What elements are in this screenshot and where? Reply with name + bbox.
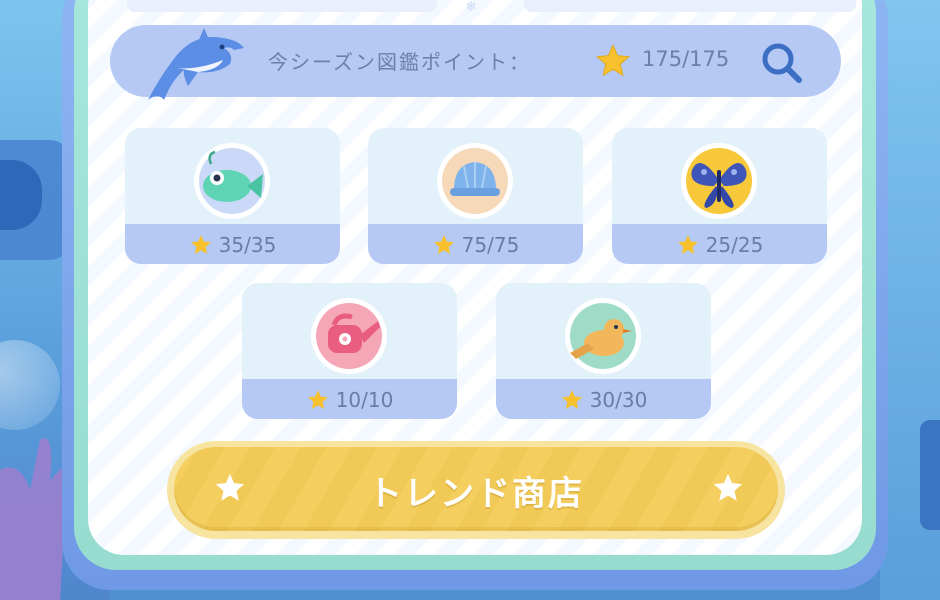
search-icon[interactable] (757, 38, 807, 88)
category-count: 35/35 (218, 233, 277, 257)
snowflake-icon: ❄ (465, 0, 477, 15)
fish-icon (194, 143, 270, 219)
trend-shop-label: トレンド商店 (368, 473, 584, 514)
trend-shop-button[interactable]: トレンド商店 (167, 441, 785, 539)
background-right-rock (920, 420, 940, 530)
dolphin-icon (148, 28, 244, 100)
star-icon (713, 473, 743, 501)
top-bar-left (127, 0, 437, 12)
star-icon (307, 390, 328, 409)
category-card-insect[interactable]: 25/25 (612, 128, 827, 264)
category-count: 10/10 (335, 388, 394, 412)
shell-icon (437, 143, 513, 219)
star-icon (677, 235, 698, 254)
watering-can-icon (311, 298, 387, 374)
bird-icon (565, 298, 641, 374)
category-count: 75/75 (461, 233, 520, 257)
category-count: 30/30 (589, 388, 648, 412)
star-icon (433, 235, 454, 254)
star-icon (190, 235, 211, 254)
category-card-fish[interactable]: 35/35 (125, 128, 340, 264)
butterfly-icon (681, 143, 757, 219)
category-card-bird[interactable]: 30/30 (496, 283, 711, 419)
category-count: 25/25 (705, 233, 764, 257)
top-bar-right (524, 0, 856, 12)
category-card-tool[interactable]: 10/10 (242, 283, 457, 419)
season-points-value: 175/175 (642, 47, 730, 71)
star-icon (596, 43, 630, 77)
category-card-shell[interactable]: 75/75 (368, 128, 583, 264)
season-points-label: 今シーズン図鑑ポイント： (268, 50, 531, 74)
star-icon (561, 390, 582, 409)
